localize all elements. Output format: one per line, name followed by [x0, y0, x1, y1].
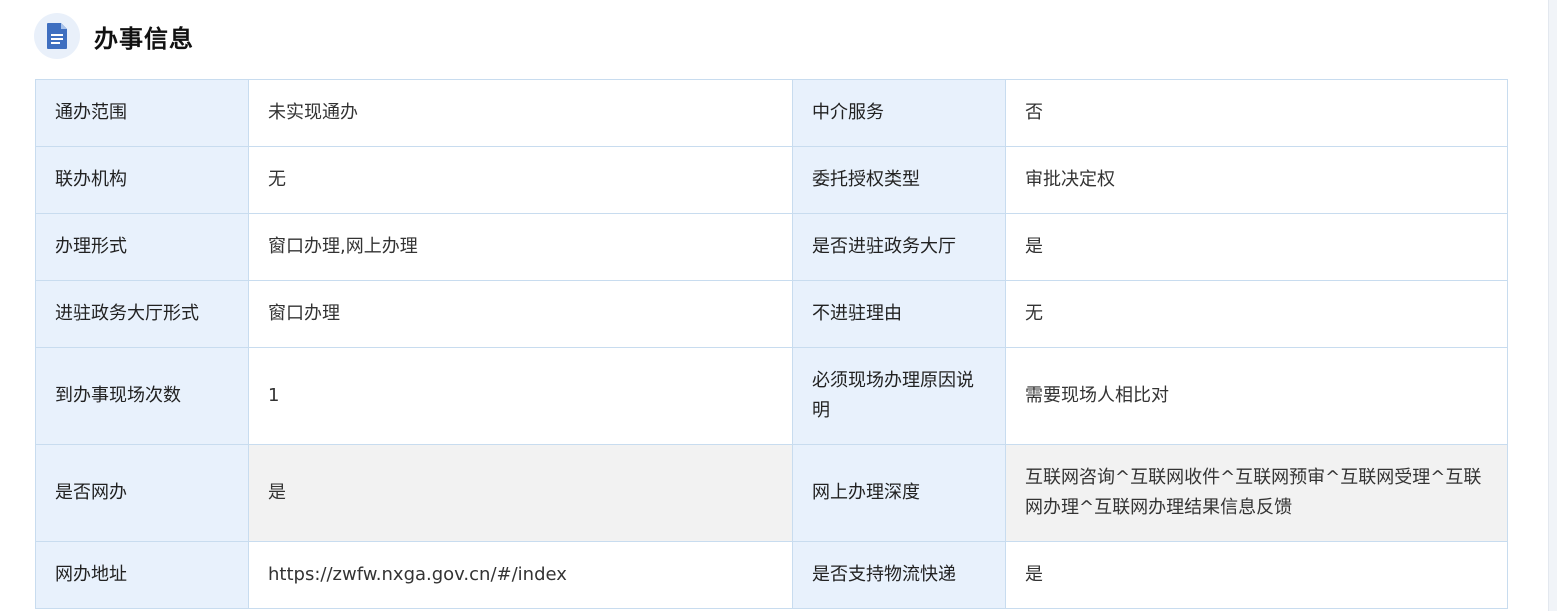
row-label: 中介服务 — [792, 79, 1006, 147]
row-label: 网上办理深度 — [792, 444, 1006, 542]
row-value: 无 — [248, 146, 793, 214]
table-row: 通办范围 未实现通办 中介服务 否 — [35, 79, 1508, 147]
document-icon — [34, 13, 80, 59]
info-table: 通办范围 未实现通办 中介服务 否 联办机构 无 委托授权类型 审批决定权 办理… — [35, 79, 1508, 609]
row-label: 进驻政务大厅形式 — [35, 280, 249, 348]
section-title: 办事信息 — [94, 24, 194, 53]
table-row: 网办地址 https://zwfw.nxga.gov.cn/#/index 是否… — [35, 541, 1508, 609]
row-value: 需要现场人相比对 — [1005, 347, 1508, 445]
row-label: 办理形式 — [35, 213, 249, 281]
table-row: 进驻政务大厅形式 窗口办理 不进驻理由 无 — [35, 280, 1508, 348]
row-value: 审批决定权 — [1005, 146, 1508, 214]
page: 办事信息 通办范围 未实现通办 中介服务 否 联办机构 无 委托授权类型 审批决… — [0, 0, 1557, 611]
row-value: 否 — [1005, 79, 1508, 147]
row-label: 是否进驻政务大厅 — [792, 213, 1006, 281]
row-value: 1 — [248, 347, 793, 445]
row-value: 窗口办理 — [248, 280, 793, 348]
row-label: 到办事现场次数 — [35, 347, 249, 445]
row-value: 是 — [1005, 541, 1508, 609]
row-value: 无 — [1005, 280, 1508, 348]
row-value: 未实现通办 — [248, 79, 793, 147]
section-header: 办事信息 — [34, 12, 194, 60]
row-label: 是否支持物流快递 — [792, 541, 1006, 609]
row-label: 委托授权类型 — [792, 146, 1006, 214]
row-label: 通办范围 — [35, 79, 249, 147]
table-row: 办理形式 窗口办理,网上办理 是否进驻政务大厅 是 — [35, 213, 1508, 281]
scrollbar-track[interactable] — [1548, 0, 1557, 611]
table-row: 是否网办 是 网上办理深度 互联网咨询^互联网收件^互联网预审^互联网受理^互联… — [35, 444, 1508, 542]
table-row: 到办事现场次数 1 必须现场办理原因说明 需要现场人相比对 — [35, 347, 1508, 445]
row-value: 互联网咨询^互联网收件^互联网预审^互联网受理^互联网办理^互联网办理结果信息反… — [1005, 444, 1508, 542]
row-value: 窗口办理,网上办理 — [248, 213, 793, 281]
row-label: 联办机构 — [35, 146, 249, 214]
row-label: 不进驻理由 — [792, 280, 1006, 348]
row-label: 必须现场办理原因说明 — [792, 347, 1006, 445]
row-value: https://zwfw.nxga.gov.cn/#/index — [248, 541, 793, 609]
row-value: 是 — [1005, 213, 1508, 281]
row-value: 是 — [248, 444, 793, 542]
row-label: 是否网办 — [35, 444, 249, 542]
table-row: 联办机构 无 委托授权类型 审批决定权 — [35, 146, 1508, 214]
row-label: 网办地址 — [35, 541, 249, 609]
